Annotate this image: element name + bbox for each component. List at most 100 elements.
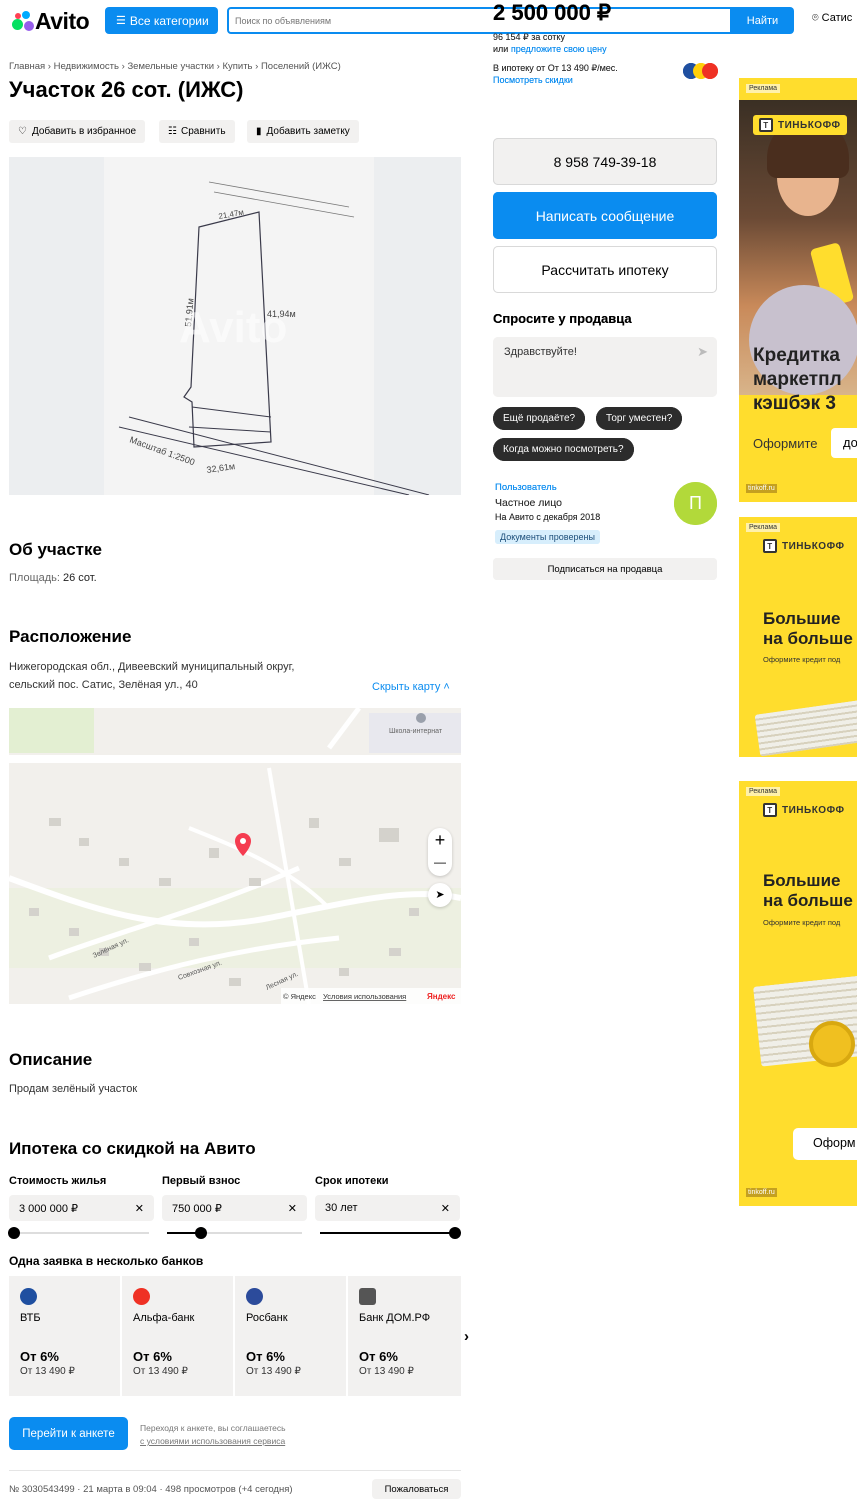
ad-banner[interactable]: Реклама T ТИНЬКОФФ Большие на больше Офо… — [739, 781, 857, 1206]
bank-rate: От 6% — [246, 1349, 285, 1364]
tinkoff-shield-icon: T — [759, 118, 773, 132]
bank-card[interactable]: ВТБ От 6% От 13 490 ₽ — [9, 1276, 120, 1396]
categories-icon: ☰ — [116, 15, 126, 27]
send-arrow-icon[interactable]: ➤ — [697, 344, 708, 360]
term-field[interactable]: 30 лет ✕ — [315, 1195, 460, 1221]
ad-brand: T ТИНЬКОФФ — [763, 803, 845, 817]
calc-mortgage-button[interactable]: Рассчитать ипотеку — [493, 246, 717, 293]
ad-brand-text: ТИНЬКОФФ — [782, 804, 845, 816]
slider-track — [14, 1232, 149, 1234]
quick-question-chip[interactable]: Когда можно посмотреть? — [493, 438, 634, 461]
bank-rate: От 6% — [133, 1349, 172, 1364]
domrf-icon — [359, 1288, 376, 1305]
breadcrumb: Главная › Недвижимость › Земельные участ… — [9, 61, 341, 72]
breadcrumb-item[interactable]: Купить — [222, 61, 252, 72]
ad-coin-image — [809, 1021, 855, 1067]
breadcrumb-item[interactable]: Главная — [9, 61, 45, 72]
go-to-form-button[interactable]: Перейти к анкете — [9, 1417, 128, 1450]
seller-name-link[interactable]: Пользователь — [495, 482, 557, 493]
price-slider[interactable] — [8, 1227, 149, 1239]
ad-cta-button[interactable]: Оформ — [793, 1128, 857, 1160]
ask-seller-text: Здравствуйте! — [504, 346, 577, 358]
address-line: Нижегородская обл., Дивеевский муниципал… — [9, 661, 295, 673]
bank-card[interactable]: Росбанк От 6% От 13 490 ₽ — [235, 1276, 346, 1396]
tinkoff-shield-icon: T — [763, 803, 777, 817]
location-heading: Расположение — [9, 627, 132, 646]
bank-rate: От 6% — [20, 1349, 59, 1364]
all-categories-button[interactable]: ☰ Все категории — [105, 7, 218, 34]
bank-card[interactable]: Банк ДОМ.РФ От 6% От 13 490 ₽ — [348, 1276, 461, 1396]
report-button[interactable]: Пожаловаться — [372, 1479, 461, 1499]
yandex-brand: Яндекс — [427, 992, 456, 1001]
heart-icon: ♡ — [18, 126, 27, 137]
breadcrumb-item[interactable]: Недвижимость — [54, 61, 119, 72]
offer-prefix: или — [493, 44, 509, 54]
bank-monthly: От 13 490 ₽ — [133, 1366, 188, 1377]
ad-headline-line: на больше — [763, 891, 853, 910]
view-discounts-link[interactable]: Посмотреть скидки — [493, 75, 573, 85]
location-selector[interactable]: ⌾ Сатис — [812, 12, 852, 25]
slider-handle[interactable] — [449, 1227, 461, 1239]
ad-brand-text: ТИНЬКОФФ — [778, 119, 841, 131]
map-poi-label: Школа-интернат — [389, 728, 443, 735]
area-value: 26 сот. — [63, 572, 97, 584]
breadcrumb-item[interactable]: Земельные участки — [127, 61, 214, 72]
ad-cta-button[interactable]: до — [831, 428, 857, 458]
ad-headline-line: Кредитка — [753, 345, 840, 366]
down-payment-slider[interactable] — [167, 1227, 302, 1239]
compare-button[interactable]: ☷ Сравнить — [159, 120, 235, 143]
address-line: сельский пос. Сатис, Зелёная ул., 40 — [9, 679, 198, 691]
alfa-bank-icon — [133, 1288, 150, 1305]
quick-question-chip[interactable]: Торг уместен? — [596, 407, 683, 430]
avatar[interactable]: П — [674, 482, 717, 525]
clear-icon[interactable]: ✕ — [135, 1202, 144, 1215]
search-input[interactable] — [227, 7, 732, 34]
zoom-out-button[interactable]: — — [428, 852, 452, 876]
write-message-button[interactable]: Написать сообщение — [493, 192, 717, 239]
geolocation-icon[interactable]: ➤ — [428, 883, 452, 907]
location-pin-icon: ⌾ — [812, 12, 819, 24]
bank-name: Росбанк — [246, 1312, 288, 1324]
subscribe-seller-button[interactable]: Подписаться на продавца — [493, 558, 717, 580]
chevron-right-icon[interactable]: › — [464, 1328, 469, 1345]
vtb-icon — [20, 1288, 37, 1305]
description-heading: Описание — [9, 1050, 93, 1069]
bank-monthly: От 13 490 ₽ — [246, 1366, 301, 1377]
location-label: Сатис — [821, 12, 853, 24]
price-field[interactable]: 3 000 000 ₽ ✕ — [9, 1195, 154, 1221]
show-phone-button[interactable]: 8 958 749-39-18 — [493, 138, 717, 185]
hide-map-label: Скрыть карту — [372, 681, 441, 693]
down-payment-field[interactable]: 750 000 ₽ ✕ — [162, 1195, 307, 1221]
chevron-up-icon: ˄ — [443, 681, 450, 693]
hide-map-link[interactable]: Скрыть карту ˄ — [372, 681, 450, 693]
find-button[interactable]: Найти — [731, 7, 794, 34]
term-slider[interactable] — [320, 1227, 461, 1239]
ask-seller-input[interactable]: Здравствуйте! ➤ — [493, 337, 717, 397]
ad-label: Реклама — [746, 84, 781, 93]
bank-card[interactable]: Альфа-банк От 6% От 13 490 ₽ — [122, 1276, 233, 1396]
offer-price-link[interactable]: предложите свою цену — [511, 44, 607, 54]
ad-banner[interactable]: Реклама T ТИНЬКОФФ Большие на больше Офо… — [739, 517, 857, 757]
clear-icon[interactable]: ✕ — [288, 1202, 297, 1215]
slider-handle[interactable] — [194, 1227, 207, 1239]
ad-headline-line: на больше — [763, 629, 853, 648]
tinkoff-shield-icon: T — [763, 539, 777, 553]
add-favorite-button[interactable]: ♡ Добавить в избранное — [9, 120, 146, 143]
map-terms-link[interactable]: Условия использования — [323, 992, 406, 1001]
zoom-in-button[interactable]: + — [428, 828, 452, 852]
listing-photo[interactable]: Масштаб 1:2500 32,61м 51,91м 41,94м 21,4… — [9, 157, 461, 495]
ad-banner[interactable]: Реклама T ТИНЬКОФФ Кредитка маркетпл кэш… — [739, 78, 857, 502]
breadcrumb-item[interactable]: Поселений (ИЖС) — [261, 61, 341, 72]
avito-logo[interactable]: Avito — [10, 7, 90, 35]
field-value: 30 лет — [325, 1202, 358, 1214]
terms-link[interactable]: с условиями использования сервиса — [140, 1436, 285, 1446]
favorite-label: Добавить в избранное — [31, 126, 137, 137]
add-note-button[interactable]: ▮ Добавить заметку — [247, 120, 359, 143]
quick-question-chip[interactable]: Ещё продаёте? — [493, 407, 586, 430]
ad-small-text: Оформите кредит под — [763, 918, 841, 927]
slider-handle[interactable] — [8, 1227, 20, 1239]
bank-name: Альфа-банк — [133, 1312, 195, 1324]
clear-icon[interactable]: ✕ — [441, 1202, 450, 1215]
categories-label: Все категории — [129, 13, 209, 28]
map[interactable]: Школа-интернат Зелёная ул. Совхозная ул.… — [9, 708, 461, 1004]
